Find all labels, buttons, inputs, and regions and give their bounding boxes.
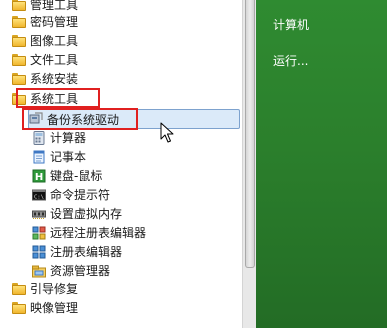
folder-item-password-manager[interactable]: 密码管理 [12, 12, 237, 31]
run-link[interactable]: 运行... [273, 52, 308, 69]
folder-icon [12, 282, 26, 296]
folder-icon [12, 34, 26, 48]
folder-icon [12, 72, 26, 86]
folder-label: 映像管理 [30, 301, 79, 315]
folder-item-boot-repair[interactable]: 引导修复 [12, 279, 237, 298]
folder-open-icon [12, 92, 26, 106]
computer-link[interactable]: 计算机 [273, 16, 309, 33]
folder-icon [12, 15, 26, 29]
folder-label: 系统安装 [30, 72, 79, 86]
menu-item-explorer[interactable]: 资源管理器 [32, 261, 237, 280]
menu-item-label: 计算器 [50, 131, 87, 145]
menu-item-backup-drivers[interactable]: 备份系统驱动 [28, 109, 240, 129]
calculator-icon [32, 130, 46, 145]
folder-label: 密码管理 [30, 15, 79, 29]
svg-text:C:\: C:\ [34, 194, 44, 200]
menu-item-label: 键盘-鼠标 [50, 169, 103, 183]
menu-scrollbar[interactable] [242, 0, 257, 328]
menu-item-label: 记事本 [50, 150, 87, 164]
memory-chip-icon [32, 207, 46, 221]
folder-icon [12, 301, 26, 315]
folder-icon [12, 53, 26, 67]
menu-item-registry-editor[interactable]: 注册表编辑器 [32, 242, 237, 261]
menu-item-calculator[interactable]: 计算器 [32, 128, 237, 147]
menu-item-label: 远程注册表编辑器 [50, 226, 147, 240]
menu-item-label: 注册表编辑器 [50, 245, 123, 259]
folder-label: 文件工具 [30, 53, 79, 67]
registry-editor-icon [32, 245, 46, 259]
folder-label: 系统工具 [30, 92, 79, 106]
scrollbar-thumb[interactable] [245, 0, 255, 268]
menu-item-remote-registry-editor[interactable]: 远程注册表编辑器 [32, 223, 237, 242]
command-prompt-icon: C:\ [32, 188, 46, 202]
folder-item-image-management[interactable]: 映像管理 [12, 298, 237, 317]
start-menu-right-pane: 计算机 运行... [256, 0, 387, 328]
menu-item-label: 资源管理器 [50, 264, 111, 278]
menu-item-virtual-memory[interactable]: 设置虚拟内存 [32, 204, 237, 223]
folder-item-system-tools[interactable]: 系统工具 [12, 89, 237, 108]
start-menu-program-list: 管理工具 密码管理 图像工具 文件工具 系统安装 系统工具 备份系统驱动 计算器… [0, 0, 242, 328]
folder-icon [12, 0, 26, 12]
menu-item-label: 备份系统驱动 [47, 112, 120, 127]
remote-registry-icon [32, 226, 46, 240]
folder-item-image-tools[interactable]: 图像工具 [12, 31, 237, 50]
keyboard-mouse-icon: H [32, 169, 46, 183]
folder-item-system-install[interactable]: 系统安装 [12, 69, 237, 88]
folder-label: 引导修复 [30, 282, 79, 296]
menu-item-command-prompt[interactable]: C:\ 命令提示符 [32, 185, 237, 204]
menu-item-label: 命令提示符 [50, 188, 111, 202]
explorer-icon [32, 264, 46, 278]
menu-item-notepad[interactable]: 记事本 [32, 147, 237, 166]
folder-item-file-tools[interactable]: 文件工具 [12, 50, 237, 69]
folder-label: 图像工具 [30, 34, 79, 48]
menu-item-keyboard-mouse[interactable]: H 键盘-鼠标 [32, 166, 237, 185]
driver-backup-icon [29, 112, 43, 126]
svg-text:H: H [35, 172, 43, 183]
notepad-icon [32, 150, 46, 164]
menu-item-label: 设置虚拟内存 [50, 207, 123, 221]
mouse-cursor-icon [160, 122, 174, 143]
